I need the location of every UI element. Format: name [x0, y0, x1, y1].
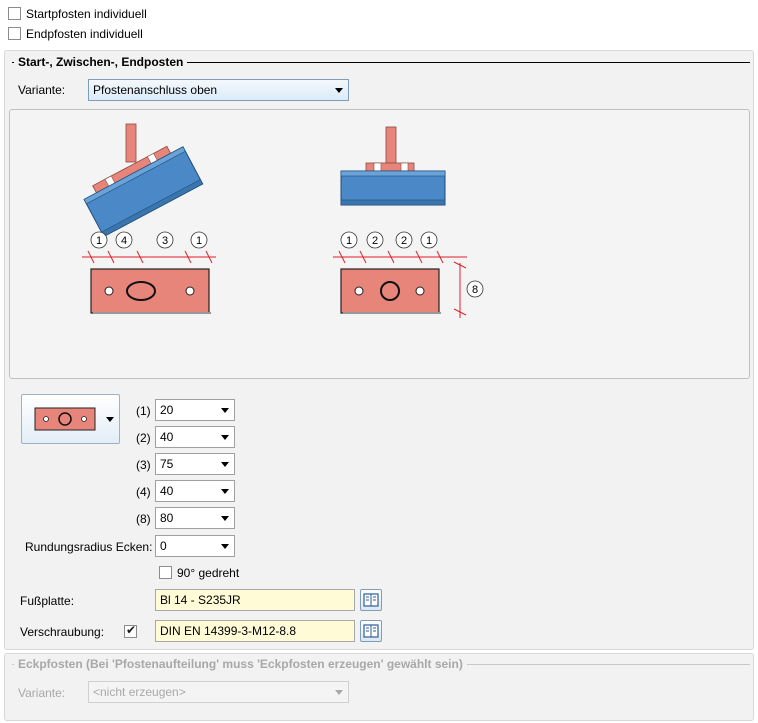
post-connection-diagram: 1 4 3 1 1 2 2 1 8 — [82, 123, 484, 318]
plate-thumbnail-icon — [34, 407, 114, 431]
corner-variant-value: <nicht erzeugen> — [93, 685, 186, 699]
horizontal-beam-illustration — [340, 126, 446, 206]
base-plate-label: Fußplatte: — [20, 594, 75, 608]
right-plate-illustration — [340, 268, 441, 314]
param-1-label: (1) — [136, 404, 151, 418]
param-2-value: 40 — [160, 430, 174, 444]
rotated-90-label: 90° gedreht — [177, 566, 240, 580]
bolting-field[interactable]: DIN EN 14399-3-M12-8.8 — [155, 620, 355, 642]
param-3-value: 75 — [160, 457, 174, 471]
chevron-down-icon — [335, 690, 343, 695]
param-4-label: (4) — [136, 485, 151, 499]
base-plate-library-button[interactable] — [360, 589, 382, 611]
height-dimension-line — [453, 261, 467, 318]
corner-radius-dropdown[interactable]: 0 — [155, 535, 235, 557]
corner-radius-label: Rundungsradius Ecken: — [25, 540, 153, 554]
variant-value: Pfostenanschluss oben — [93, 83, 218, 97]
left-dimension-line — [82, 250, 216, 264]
param-2-label: (2) — [136, 431, 151, 445]
end-post-individual-checkbox[interactable] — [8, 27, 21, 40]
corner-radius-value: 0 — [160, 539, 167, 553]
chevron-down-icon — [221, 462, 229, 467]
dim-label: 3 — [162, 235, 168, 247]
dim-label: 1 — [96, 235, 102, 247]
param-8-dropdown[interactable]: 80 — [155, 507, 235, 529]
dim-label: 8 — [472, 284, 478, 296]
dim-label: 4 — [121, 235, 127, 247]
dim-label: 1 — [196, 235, 202, 247]
plate-type-picker-button[interactable] — [21, 394, 120, 444]
param-1-dropdown[interactable]: 20 — [155, 399, 235, 421]
corner-variant-label: Variante: — [18, 686, 66, 700]
param-8-value: 80 — [160, 511, 174, 525]
param-8-label: (8) — [136, 512, 151, 526]
corner-variant-dropdown[interactable]: <nicht erzeugen> — [88, 681, 349, 703]
dim-label: 2 — [401, 235, 407, 247]
dim-label: 2 — [372, 235, 378, 247]
end-post-individual-label: Endpfosten individuell — [26, 27, 143, 41]
bolting-label: Verschraubung: — [20, 625, 105, 639]
right-dimension-line — [333, 250, 467, 264]
chevron-down-icon — [221, 544, 229, 549]
bolting-library-button[interactable] — [360, 620, 382, 642]
bolting-checkbox[interactable] — [124, 623, 137, 638]
start-post-individual-label: Startpfosten individuell — [26, 7, 147, 21]
dim-label: 1 — [346, 235, 352, 247]
param-3-label: (3) — [136, 458, 151, 472]
left-plate-illustration — [90, 268, 211, 314]
variant-dropdown[interactable]: Pfostenanschluss oben — [88, 79, 349, 101]
dim-label: 1 — [426, 235, 432, 247]
param-1-value: 20 — [160, 403, 174, 417]
bolting-value: DIN EN 14399-3-M12-8.8 — [160, 624, 297, 638]
chevron-down-icon — [221, 516, 229, 521]
inclined-beam-illustration — [83, 123, 204, 238]
chevron-down-icon — [335, 88, 343, 93]
param-3-dropdown[interactable]: 75 — [155, 453, 235, 475]
corner-posts-section-title: Eckpfosten (Bei 'Pfostenaufteilung' muss… — [14, 657, 467, 671]
preview-diagram: 1 4 3 1 1 2 2 1 8 — [9, 109, 750, 379]
catalog-icon — [363, 593, 379, 607]
base-plate-field[interactable]: Bl 14 - S235JR — [155, 589, 355, 611]
chevron-down-icon — [221, 435, 229, 440]
param-2-dropdown[interactable]: 40 — [155, 426, 235, 448]
param-4-dropdown[interactable]: 40 — [155, 480, 235, 502]
posts-section-title: Start-, Zwischen-, Endposten — [14, 55, 188, 69]
base-plate-value: Bl 14 - S235JR — [160, 593, 241, 607]
catalog-icon — [363, 624, 379, 638]
chevron-down-icon — [221, 489, 229, 494]
rotated-90-checkbox[interactable] — [159, 566, 172, 579]
chevron-down-icon — [221, 408, 229, 413]
variant-label: Variante: — [18, 83, 66, 97]
param-4-value: 40 — [160, 484, 174, 498]
start-post-individual-checkbox[interactable] — [8, 7, 21, 20]
